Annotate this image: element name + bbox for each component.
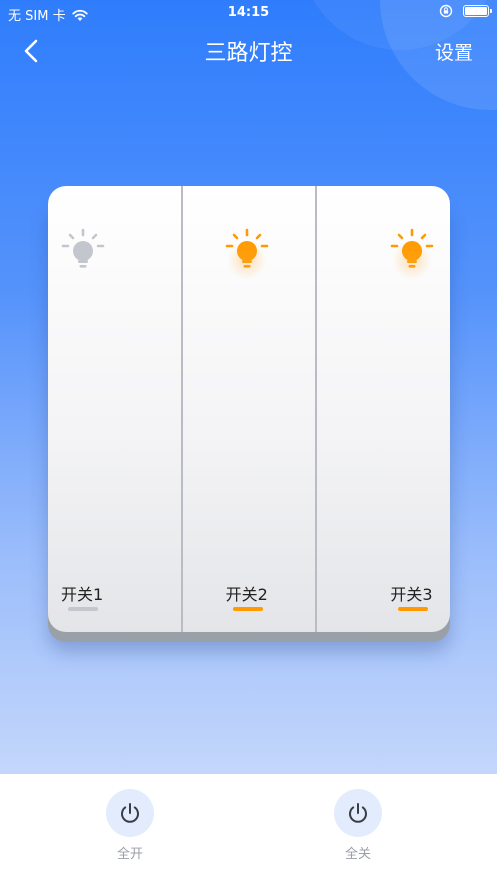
switch-3[interactable]: 开关3 (315, 186, 450, 632)
all-on-label: 全开 (116, 847, 143, 862)
switch-indicator (68, 607, 98, 611)
bottom-bar: 全开 全关 (0, 774, 497, 883)
battery-icon (463, 5, 492, 17)
status-right (439, 4, 492, 18)
switch-indicator (398, 607, 429, 611)
bulb-icon (384, 224, 440, 280)
bulb-icon (55, 224, 111, 280)
switch-label: 开关3 (390, 585, 433, 604)
switch-panel: 开关1 开关2 开关3 (48, 186, 450, 632)
switch-2[interactable]: 开关2 (180, 186, 316, 632)
switch-label: 开关2 (225, 585, 268, 604)
all-off-label: 全关 (344, 847, 371, 862)
status-bar: 无 SIM 卡 14:15 (0, 0, 497, 26)
page-title: 三路灯控 (204, 41, 293, 66)
bulb-icon (219, 224, 275, 280)
all-on-button[interactable]: 全开 (100, 789, 160, 862)
power-icon (334, 789, 382, 837)
status-time: 14:15 (227, 5, 270, 20)
settings-button[interactable]: 设置 (435, 38, 473, 65)
switch-indicator (232, 607, 263, 611)
nav-bar: 三路灯控 设置 (0, 26, 497, 76)
switch-label: 开关1 (61, 585, 104, 604)
power-icon (106, 789, 154, 837)
switch-1[interactable]: 开关1 (48, 186, 181, 632)
all-off-button[interactable]: 全关 (328, 789, 388, 862)
rotation-lock-icon (439, 4, 453, 18)
